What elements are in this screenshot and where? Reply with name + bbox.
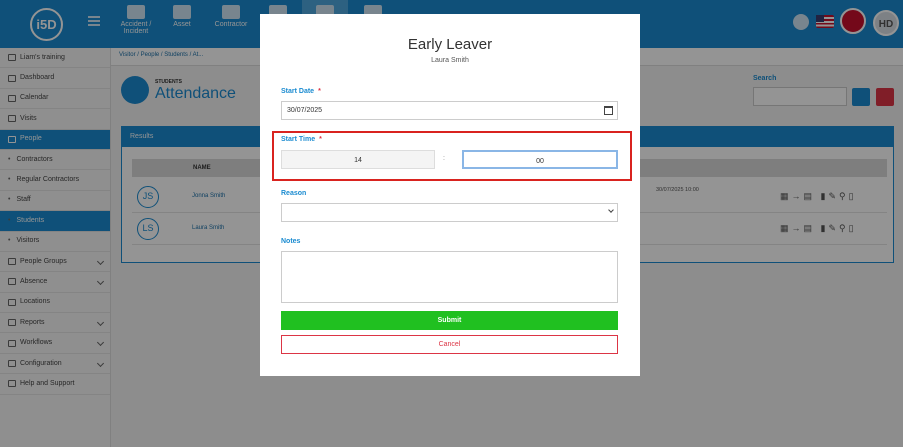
reason-select[interactable] xyxy=(281,203,618,222)
modal-subtitle: Laura Smith xyxy=(431,57,469,64)
start-time-minute-input[interactable]: 00 xyxy=(462,150,618,169)
early-leaver-modal: Early Leaver Laura Smith Start Date * 30/… xyxy=(260,14,640,376)
required-mark: * xyxy=(319,136,322,143)
start-date-input[interactable]: 30/07/2025 xyxy=(281,101,618,120)
start-time-hour-input[interactable]: 14 xyxy=(281,150,435,169)
notes-textarea[interactable] xyxy=(281,251,618,303)
time-separator: : xyxy=(443,155,445,162)
cancel-button[interactable]: Cancel xyxy=(281,335,618,354)
required-mark: * xyxy=(318,88,321,95)
modal-title: Early Leaver xyxy=(407,36,493,53)
reason-label: Reason xyxy=(281,190,307,197)
calendar-icon[interactable] xyxy=(604,106,613,115)
start-time-label: Start Time * xyxy=(281,136,322,143)
start-date-label: Start Date * xyxy=(281,88,321,95)
notes-label: Notes xyxy=(281,238,301,245)
submit-button[interactable]: Submit xyxy=(281,311,618,330)
